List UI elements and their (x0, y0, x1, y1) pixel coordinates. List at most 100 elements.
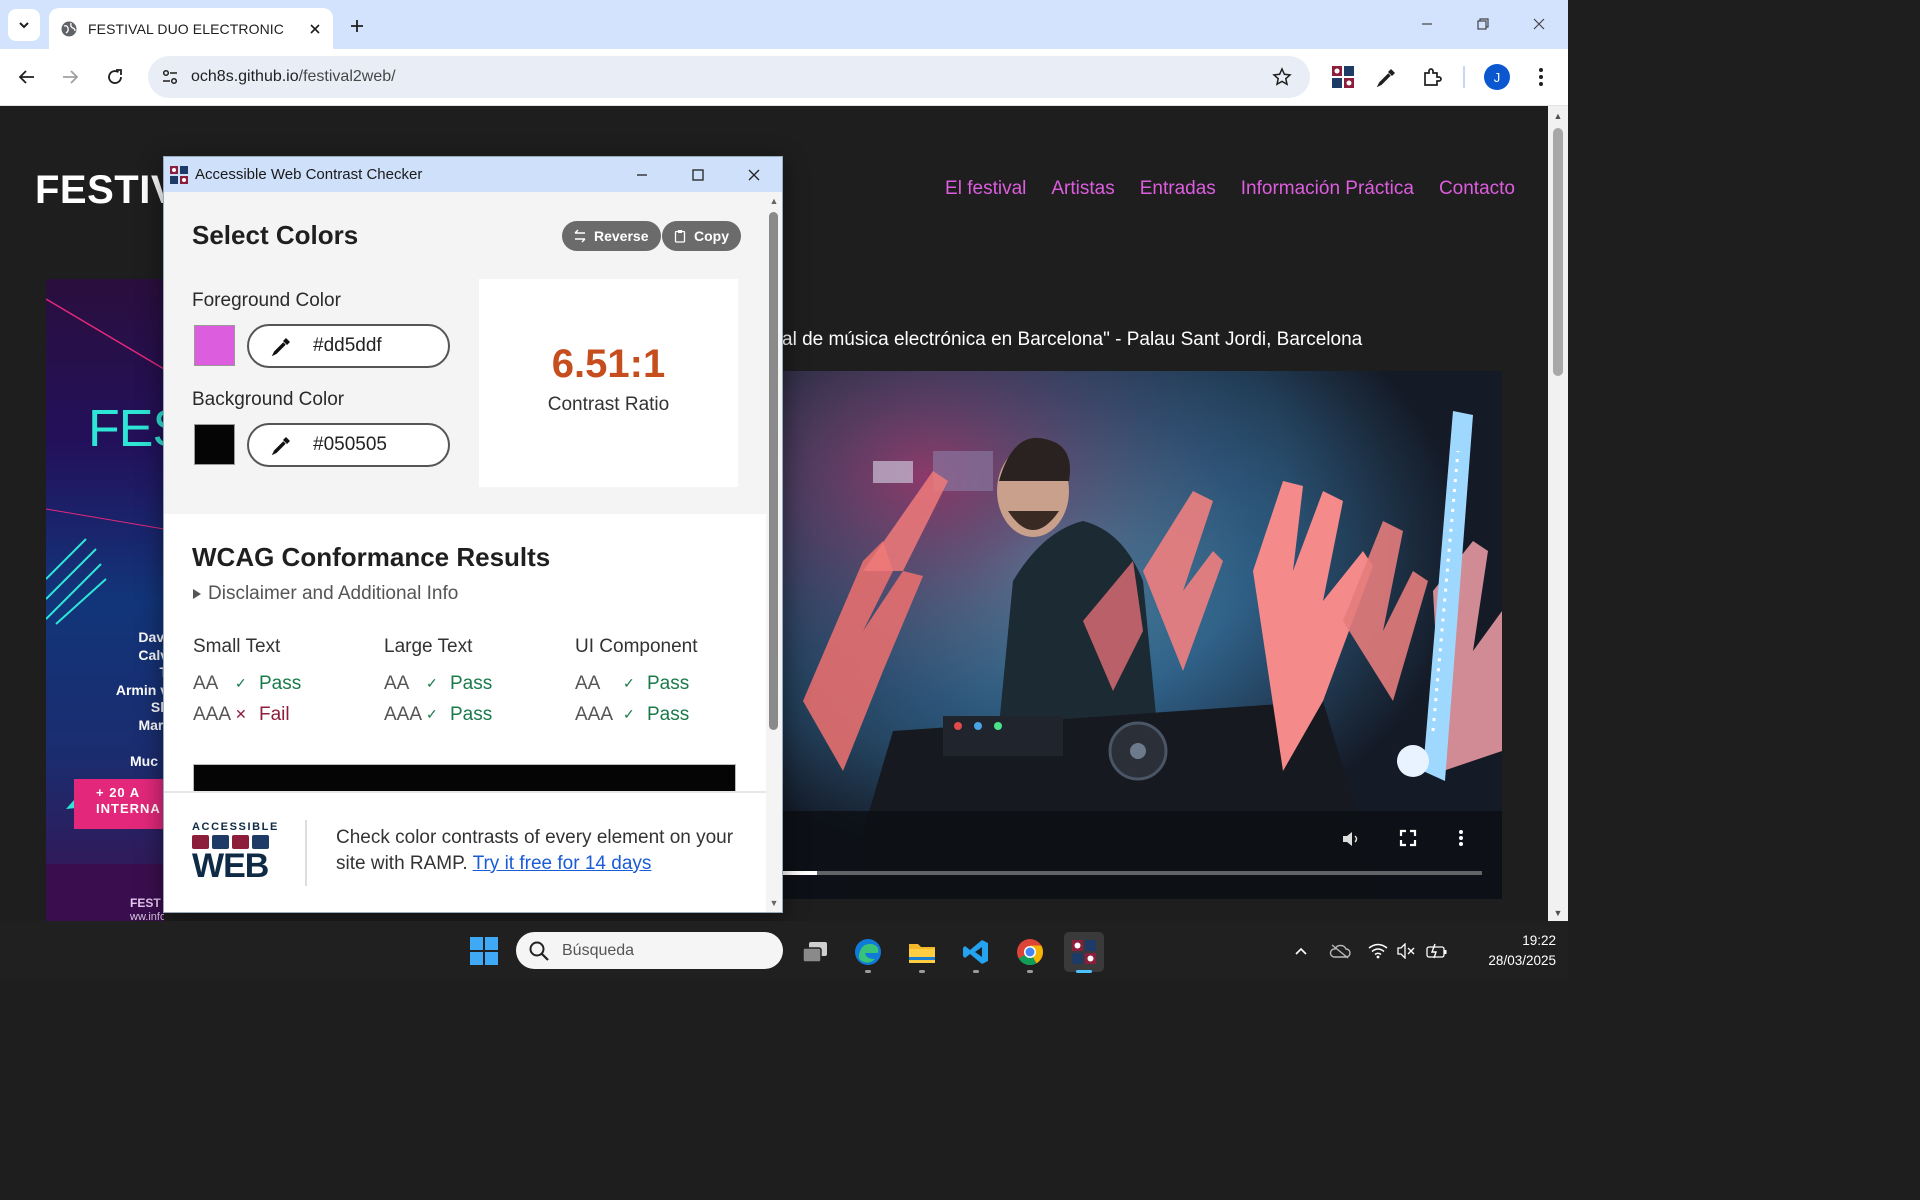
back-button[interactable] (11, 61, 43, 93)
background-color-field[interactable]: #050505 (247, 423, 450, 467)
background-color-swatch[interactable] (194, 424, 235, 465)
address-bar[interactable]: och8s.github.io/festival2web/ (148, 56, 1310, 98)
reload-icon (108, 69, 122, 84)
accessible-web-logo: ACCESSIBLE WEB (192, 821, 278, 885)
check-icon: ✓ (623, 706, 635, 722)
browser-tab-active[interactable]: FESTIVAL DUO ELECTRONIC (49, 8, 333, 49)
site-info-button[interactable] (157, 64, 183, 90)
close-icon (1533, 18, 1545, 30)
battery-tray-icon[interactable] (1425, 939, 1449, 963)
poster-footer-name: FEST (130, 896, 161, 910)
eyedropper-icon[interactable] (271, 434, 293, 456)
logo-top-text: ACCESSIBLE (192, 821, 279, 833)
popup-maximize-button[interactable] (670, 157, 726, 192)
disclaimer-toggle[interactable]: Disclaimer and Additional Info (192, 583, 458, 605)
result-level: AAA (193, 703, 232, 725)
taskbar-chrome-app[interactable] (1010, 932, 1050, 973)
task-view-button[interactable] (795, 932, 835, 972)
close-window-button[interactable] (1519, 8, 1559, 40)
result-status: Pass (647, 703, 690, 725)
nav-link-contacto[interactable]: Contacto (1439, 178, 1515, 200)
cloud-offline-icon (1329, 944, 1351, 959)
close-icon (310, 23, 320, 34)
restore-icon (1477, 18, 1489, 30)
browser-menu-button[interactable] (1526, 62, 1556, 92)
eyedropper-icon[interactable] (271, 335, 293, 357)
reverse-button-label: Reverse (594, 228, 649, 244)
folder-icon (909, 944, 935, 963)
background-hex-value[interactable]: #050505 (313, 434, 387, 456)
video-progress-bar[interactable] (783, 871, 1482, 875)
popup-scrollbar[interactable]: ▲ ▼ (766, 192, 782, 912)
extensions-button[interactable] (1417, 62, 1447, 92)
results-ui-component: UI Component AA ✓ Pass AAA ✓ Pass (575, 636, 755, 730)
result-status: Fail (259, 703, 290, 725)
poster-badge-line: INTERNA (96, 801, 161, 816)
tab-close-button[interactable] (303, 17, 327, 41)
results-column-heading: Small Text (193, 636, 281, 657)
foreground-hex-value[interactable]: #dd5ddf (313, 335, 382, 357)
foreground-color-swatch[interactable] (194, 325, 235, 366)
browser-toolbar: och8s.github.io/festival2web/ J (0, 49, 1568, 106)
nav-link-el-festival[interactable]: El festival (945, 178, 1026, 200)
show-hidden-icons-button[interactable] (1289, 939, 1313, 963)
popup-scroll-up-arrow[interactable]: ▲ (769, 196, 779, 206)
popup-title-bar[interactable]: Accessible Web Contrast Checker (164, 157, 782, 192)
taskbar-vscode-app[interactable] (956, 932, 996, 973)
windows-start-button[interactable] (468, 935, 500, 967)
minimize-window-button[interactable] (1407, 8, 1447, 40)
popup-minimize-button[interactable] (614, 157, 670, 192)
scroll-up-arrow[interactable]: ▲ (1553, 111, 1563, 121)
chevron-down-icon (19, 22, 29, 29)
select-colors-section: Select Colors Reverse Copy Foreground Co… (164, 192, 766, 514)
taskbar-clock[interactable]: 19:22 28/03/2025 (1460, 931, 1556, 971)
nav-link-entradas[interactable]: Entradas (1140, 178, 1216, 200)
reverse-button[interactable]: Reverse (562, 221, 661, 251)
check-icon: ✓ (235, 675, 247, 691)
popup-close-button[interactable] (726, 157, 782, 192)
contrast-checker-app-icon (170, 165, 188, 184)
reload-button[interactable] (99, 61, 131, 93)
forward-button[interactable] (54, 61, 86, 93)
nav-link-artistas[interactable]: Artistas (1051, 178, 1114, 200)
video-more-options-button[interactable] (1458, 829, 1488, 859)
restore-window-button[interactable] (1463, 8, 1503, 40)
contrast-checker-icon (1072, 940, 1096, 964)
new-tab-button[interactable] (343, 12, 371, 40)
volume-tray-icon[interactable] (1395, 939, 1419, 963)
disclaimer-label: Disclaimer and Additional Info (208, 583, 459, 604)
bookmark-button[interactable] (1268, 63, 1296, 91)
page-scrollbar-thumb[interactable] (1553, 128, 1563, 376)
tab-search-dropdown-button[interactable] (8, 9, 40, 41)
festival-video[interactable] (783, 371, 1502, 899)
onedrive-tray-icon[interactable] (1328, 939, 1352, 963)
taskbar-contrast-checker-app[interactable] (1064, 932, 1104, 973)
popup-scrollbar-thumb[interactable] (769, 212, 778, 730)
task-view-icon (802, 942, 827, 963)
popup-scroll-down-arrow[interactable]: ▼ (769, 898, 779, 908)
page-scrollbar[interactable]: ▲ ▼ (1548, 106, 1568, 921)
contrast-checker-extension-button[interactable] (1328, 62, 1358, 92)
video-caption: al de música electrónica en Barcelona" -… (782, 329, 1363, 350)
clipboard-icon (674, 230, 686, 243)
search-icon (529, 941, 549, 961)
taskbar-edge-app[interactable] (848, 932, 888, 973)
foreground-color-field[interactable]: #dd5ddf (247, 324, 450, 368)
eyedropper-icon (1376, 69, 1395, 88)
copy-button-label: Copy (694, 228, 729, 244)
free-trial-link[interactable]: Try it free for 14 days (473, 853, 652, 874)
copy-button[interactable]: Copy (662, 221, 741, 251)
video-fullscreen-button[interactable] (1399, 829, 1429, 859)
color-preview-bar (193, 764, 736, 794)
wifi-tray-icon[interactable] (1366, 939, 1390, 963)
eyedropper-extension-button[interactable] (1372, 62, 1402, 92)
profile-avatar[interactable]: J (1484, 64, 1510, 90)
video-mute-button[interactable] (1341, 829, 1371, 859)
url-path: /festival2web/ (298, 68, 396, 85)
contrast-checker-window: Accessible Web Contrast Checker Select C… (163, 156, 783, 913)
taskbar-file-explorer-app[interactable] (902, 932, 942, 973)
poster-artist: Armin v (115, 681, 164, 698)
nav-link-informacion-practica[interactable]: Información Práctica (1241, 178, 1414, 200)
scroll-down-arrow[interactable]: ▼ (1553, 908, 1563, 918)
taskbar-search-box[interactable]: Búsqueda (516, 932, 783, 969)
